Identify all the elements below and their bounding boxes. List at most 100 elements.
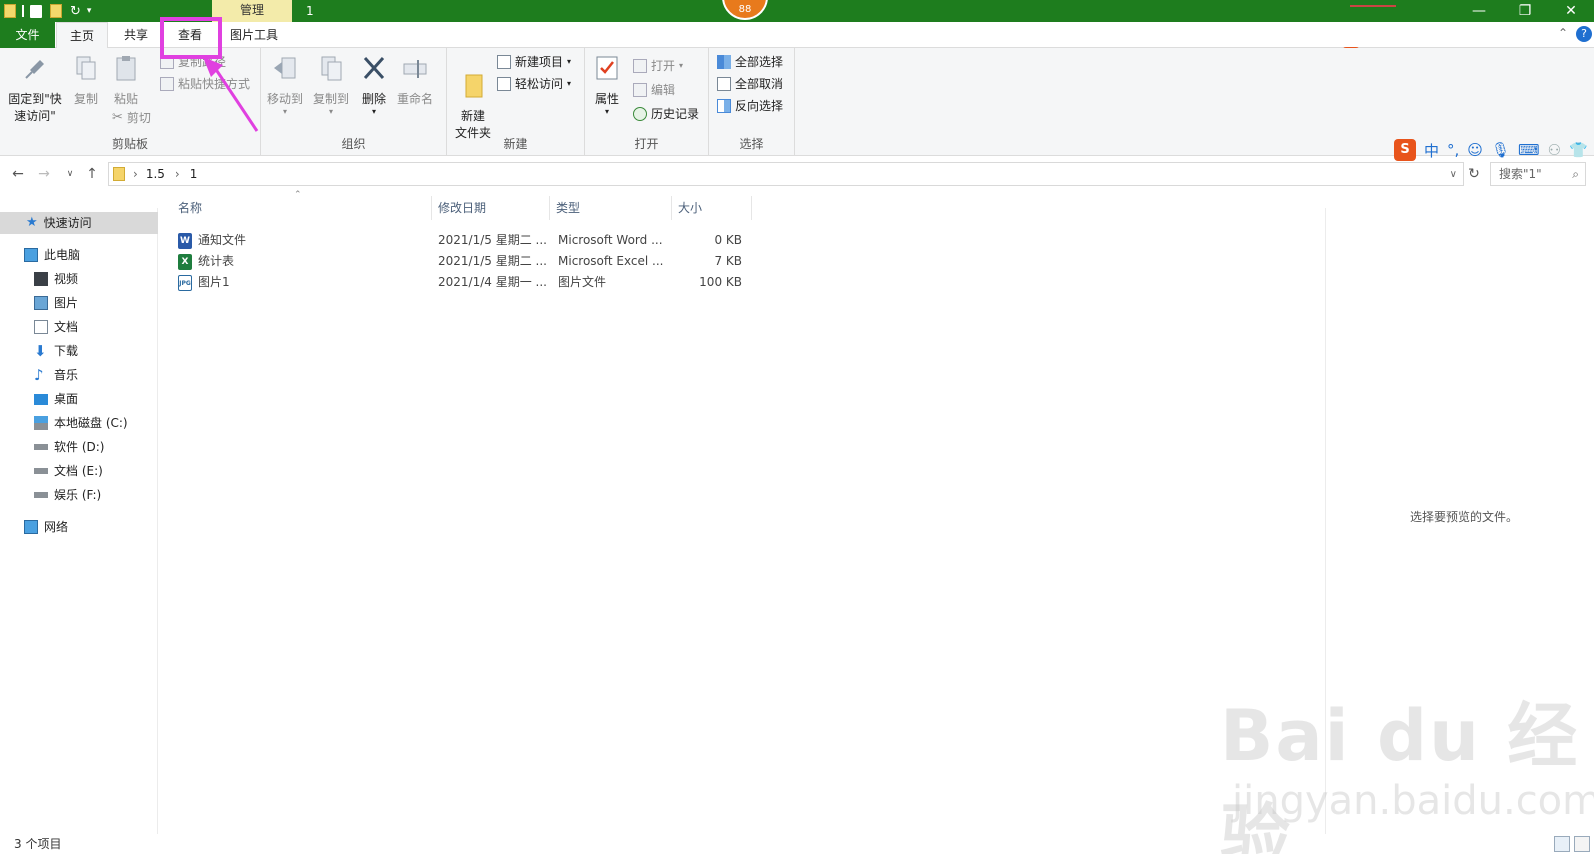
open-group-label: 打开	[634, 137, 659, 151]
refresh-icon[interactable]: ↻	[1464, 164, 1484, 184]
large-icons-view-icon[interactable]	[1574, 836, 1590, 852]
star-icon: ★	[26, 215, 38, 230]
forward-arrow-icon[interactable]: →	[34, 164, 54, 184]
collapse-ribbon-icon[interactable]: ⌃	[1558, 26, 1568, 40]
properties-check-icon	[596, 56, 618, 80]
new-item-icon	[497, 55, 511, 69]
select-none-icon	[717, 77, 731, 91]
nav-downloads[interactable]: ⬇ 下载	[0, 340, 78, 362]
file-size: 100 KB	[699, 275, 742, 289]
breadcrumb-item[interactable]: 1	[190, 167, 198, 181]
nav-network[interactable]: 网络	[0, 516, 68, 538]
emoji-icon[interactable]: ☺	[1467, 141, 1483, 159]
nav-music[interactable]: ♪ 音乐	[0, 364, 78, 386]
table-row[interactable]: JPG 图片1 2021/1/4 星期一 ... 图片文件 100 KB	[174, 272, 754, 293]
nav-disk-f[interactable]: 娱乐 (F:)	[0, 484, 101, 506]
easy-access-icon	[497, 77, 511, 91]
up-arrow-icon[interactable]: ↑	[82, 164, 102, 184]
easy-access-button[interactable]: 轻松访问 ▾	[497, 74, 571, 94]
tab-file[interactable]: 文件	[0, 22, 55, 48]
download-arrow-icon: ⬇	[34, 342, 47, 360]
paste-shortcut-icon	[160, 77, 174, 91]
delete-button[interactable]: 删除 ▾	[357, 54, 391, 116]
column-type[interactable]: 类型	[550, 196, 672, 220]
nav-label: 桌面	[54, 392, 79, 406]
undo-icon[interactable]: ↻	[70, 4, 81, 19]
recent-dropdown-icon[interactable]: ∨	[60, 164, 80, 184]
close-button[interactable]: ✕	[1548, 0, 1594, 22]
dropdown-icon: ▾	[679, 61, 684, 70]
open-icon	[633, 59, 647, 73]
breadcrumb-item[interactable]: 1.5	[146, 167, 165, 181]
nav-label: 文档 (E:)	[54, 464, 103, 478]
nav-disk-d[interactable]: 软件 (D:)	[0, 436, 104, 458]
drive-icon	[34, 492, 48, 498]
table-row[interactable]: X 统计表 2021/1/5 星期二 ... Microsoft Excel ..…	[174, 251, 754, 272]
organize-group-label: 组织	[341, 137, 366, 151]
microphone-icon[interactable]: 🎙	[1491, 141, 1510, 159]
new-item-button[interactable]: 新建项目 ▾	[497, 52, 571, 72]
properties-button[interactable]: 属性 ▾	[589, 54, 625, 116]
address-dropdown-icon[interactable]: ∨	[1450, 169, 1463, 180]
search-placeholder: 搜索"1"	[1499, 167, 1542, 181]
column-size[interactable]: 大小	[672, 196, 752, 220]
nav-desktop[interactable]: 桌面	[0, 388, 78, 410]
nav-label: 娱乐 (F:)	[54, 488, 102, 502]
skin-shirt-icon[interactable]: 👕	[1569, 141, 1588, 159]
nav-pictures[interactable]: 图片	[0, 292, 78, 314]
qa-dropdown-icon[interactable]: ▾	[87, 6, 92, 16]
nav-documents[interactable]: 文档	[0, 316, 78, 338]
edit-button[interactable]: 编辑	[633, 80, 675, 100]
pin-quick-access-button[interactable]: 固定到"快速访问"	[4, 54, 66, 125]
cut-button[interactable]: ✂ 剪切	[112, 108, 151, 128]
back-arrow-icon[interactable]: ←	[8, 164, 28, 184]
nav-videos[interactable]: 视频	[0, 268, 78, 290]
file-size: 7 KB	[714, 254, 742, 268]
select-none-button[interactable]: 全部取消	[717, 74, 783, 94]
paste-button[interactable]: 粘贴	[108, 54, 144, 108]
nav-disk-e[interactable]: 文档 (E:)	[0, 460, 103, 482]
move-to-button[interactable]: 移动到 ▾	[263, 54, 307, 116]
item-count: 3 个项目	[14, 837, 62, 851]
manage-context-tab[interactable]: 管理	[212, 0, 292, 22]
tab-home[interactable]: 主页	[56, 22, 108, 49]
sogou-s-icon[interactable]: S	[1394, 139, 1416, 161]
file-name: 统计表	[198, 254, 235, 268]
drive-icon	[34, 444, 48, 450]
nav-disk-c[interactable]: 本地磁盘 (C:)	[0, 412, 128, 434]
select-all-button[interactable]: 全部选择	[717, 52, 783, 72]
properties-qa-icon[interactable]	[30, 4, 42, 18]
tab-picture-tools[interactable]: 图片工具	[218, 22, 290, 48]
file-name-cell: JPG 图片1	[178, 272, 230, 293]
tab-share[interactable]: 共享	[110, 22, 162, 48]
network-icon	[24, 520, 38, 534]
badge-88[interactable]: 88	[722, 0, 768, 20]
rename-icon	[403, 60, 427, 78]
nav-this-pc[interactable]: 此电脑	[0, 244, 80, 266]
help-icon[interactable]: ?	[1576, 26, 1592, 42]
invert-selection-button[interactable]: 反向选择	[717, 96, 783, 116]
address-field[interactable]: › 1.5 › 1 ∨	[108, 162, 1464, 186]
copy-button[interactable]: 复制	[68, 54, 104, 108]
search-input[interactable]: 搜索"1" ⌕	[1490, 162, 1586, 186]
new-folder-qa-icon[interactable]	[50, 4, 62, 18]
column-name[interactable]: 名称	[172, 196, 432, 220]
user-icon[interactable]: ⚇	[1548, 141, 1561, 159]
minimize-button[interactable]: —	[1456, 0, 1502, 22]
rename-button[interactable]: 重命名	[393, 54, 437, 108]
details-view-icon[interactable]	[1554, 836, 1570, 852]
keyboard-icon[interactable]: ⌨	[1518, 141, 1540, 159]
nav-quick-access[interactable]: ★ 快速访问	[0, 212, 158, 234]
dropdown-icon: ▾	[282, 107, 287, 116]
restore-button[interactable]: ❐	[1502, 0, 1548, 22]
open-button[interactable]: 打开 ▾	[633, 56, 683, 76]
history-button[interactable]: 历史记录	[633, 104, 699, 124]
disk-icon	[34, 416, 48, 430]
copy-to-button[interactable]: 复制到 ▾	[309, 54, 353, 116]
dropdown-icon: ▾	[371, 107, 376, 116]
excel-sheet-icon: X	[178, 253, 192, 270]
column-modified[interactable]: 修改日期	[432, 196, 550, 220]
ime-punct-toggle[interactable]: °,	[1447, 141, 1459, 159]
ime-lang-toggle[interactable]: 中	[1424, 140, 1439, 161]
table-row[interactable]: W 通知文件 2021/1/5 星期二 ... Microsoft Word ..…	[174, 230, 754, 251]
